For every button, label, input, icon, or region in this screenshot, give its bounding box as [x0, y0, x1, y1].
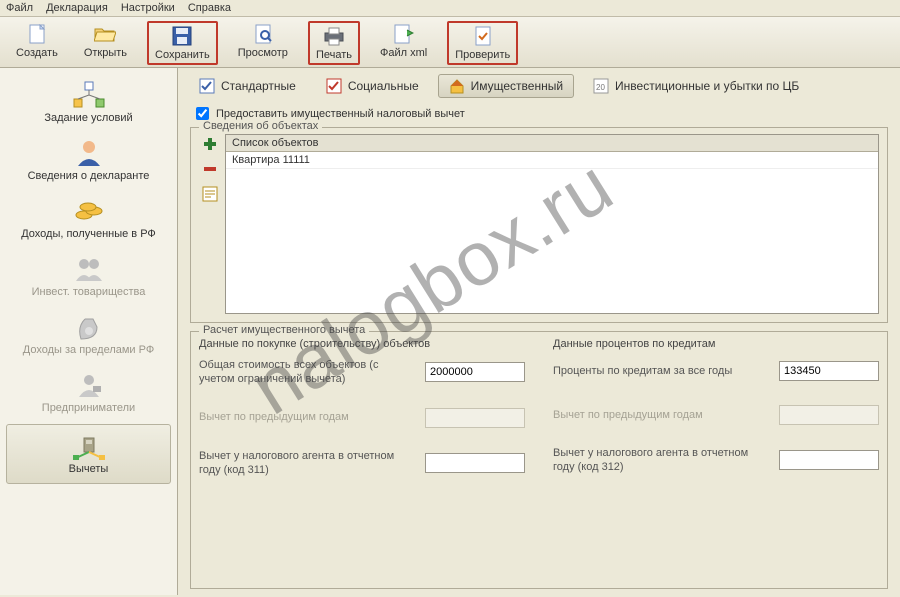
edit-object-icon[interactable] — [202, 186, 218, 205]
menubar: Файл Декларация Настройки Справка — [0, 0, 900, 17]
folder-open-icon — [92, 23, 118, 45]
conditions-icon — [4, 80, 173, 110]
calc-fieldset: Расчет имущественного вычета Данные по п… — [190, 331, 888, 589]
tb-filexml[interactable]: Файл xml — [374, 21, 433, 65]
menu-settings[interactable]: Настройки — [121, 2, 175, 14]
print-icon — [321, 25, 347, 47]
provide-property-deduction-checkbox[interactable] — [196, 107, 209, 120]
prev-years-deduction-label: Вычет по предыдущим годам — [199, 410, 417, 424]
provide-property-deduction-label: Предоставить имущественный налоговый выч… — [216, 108, 465, 120]
agent-deduction-312-label: Вычет у налогового агента в отчетном год… — [553, 446, 771, 475]
tb-save[interactable]: Сохранить — [147, 21, 218, 65]
checkbox-red-icon — [326, 78, 342, 94]
tab-standard[interactable]: Стандартные — [188, 74, 307, 98]
check-document-icon — [470, 25, 496, 47]
menu-file[interactable]: Файл — [6, 2, 33, 14]
sidebar-declarant[interactable]: Сведения о декларанте — [0, 132, 177, 190]
menu-declaration[interactable]: Декларация — [46, 2, 108, 14]
sidebar: Задание условий Сведения о декларанте До… — [0, 68, 178, 595]
total-cost-label: Общая стоимость всех объектов (с учетом … — [199, 358, 417, 387]
checklist-icon — [199, 78, 215, 94]
loan-interest-label: Проценты по кредитам за все годы — [553, 364, 771, 378]
sidebar-invest[interactable]: Инвест. товарищества — [0, 248, 177, 306]
loan-interest-input[interactable] — [779, 361, 879, 381]
objects-list-row[interactable]: Квартира 11111 — [226, 152, 878, 169]
menu-help[interactable]: Справка — [188, 2, 231, 14]
toolbar: Создать Открыть Сохранить Просмотр Печат… — [0, 17, 900, 68]
main-panel: Стандартные Социальные Имущественный 20 … — [178, 68, 900, 595]
agent-deduction-311-input[interactable] — [425, 453, 525, 473]
tab-property[interactable]: Имущественный — [438, 74, 574, 98]
calc-left-title: Данные по покупке (строительству) объект… — [199, 338, 525, 350]
house-icon — [449, 78, 465, 94]
prev-years-interest-deduction-input[interactable] — [779, 405, 879, 425]
tb-preview[interactable]: Просмотр — [232, 21, 294, 65]
tb-create[interactable]: Создать — [10, 21, 64, 65]
calc-title: Расчет имущественного вычета — [199, 324, 369, 336]
sidebar-income-rf[interactable]: Доходы, полученные в РФ — [0, 190, 177, 248]
prev-years-interest-deduction-label: Вычет по предыдущим годам — [553, 408, 771, 422]
objects-list[interactable]: Список объектов Квартира 11111 — [225, 134, 879, 314]
objects-tools — [199, 134, 221, 314]
calc-right-col: Данные процентов по кредитам Проценты по… — [553, 338, 879, 495]
remove-object-icon[interactable] — [202, 161, 218, 180]
tab-invest-cb[interactable]: 20 Инвестиционные и убытки по ЦБ — [582, 74, 810, 98]
money-bag-icon — [4, 312, 173, 342]
agent-deduction-311-label: Вычет у налогового агента в отчетном год… — [199, 449, 417, 478]
calc-right-title: Данные процентов по кредитам — [553, 338, 879, 350]
objects-list-header: Список объектов — [226, 135, 878, 152]
svg-text:20: 20 — [596, 83, 605, 92]
sidebar-conditions[interactable]: Задание условий — [0, 74, 177, 132]
objects-title: Сведения об объектах — [199, 120, 322, 132]
prev-years-deduction-input[interactable] — [425, 408, 525, 428]
add-object-icon[interactable] — [202, 136, 218, 155]
save-icon — [169, 25, 195, 47]
partnership-icon — [4, 254, 173, 284]
objects-fieldset: Сведения об объектах Список объектов Ква… — [190, 127, 888, 323]
sidebar-entrepreneur[interactable]: Предприниматели — [0, 364, 177, 422]
tabs: Стандартные Социальные Имущественный 20 … — [178, 68, 900, 104]
preview-icon — [250, 23, 276, 45]
new-document-icon — [24, 23, 50, 45]
total-cost-input[interactable] — [425, 362, 525, 382]
sidebar-income-abroad[interactable]: Доходы за пределами РФ — [0, 306, 177, 364]
agent-deduction-312-input[interactable] — [779, 450, 879, 470]
sidebar-deductions[interactable]: Вычеты — [6, 424, 171, 484]
calc-left-col: Данные по покупке (строительству) объект… — [199, 338, 525, 495]
coins-icon — [4, 196, 173, 226]
tab-social[interactable]: Социальные — [315, 74, 430, 98]
doc-20-icon: 20 — [593, 78, 609, 94]
deductions-icon — [11, 431, 166, 461]
tb-print[interactable]: Печать — [308, 21, 360, 65]
tb-open[interactable]: Открыть — [78, 21, 133, 65]
tb-check[interactable]: Проверить — [447, 21, 518, 65]
person-icon — [4, 138, 173, 168]
xml-file-icon — [391, 23, 417, 45]
entrepreneur-icon — [4, 370, 173, 400]
